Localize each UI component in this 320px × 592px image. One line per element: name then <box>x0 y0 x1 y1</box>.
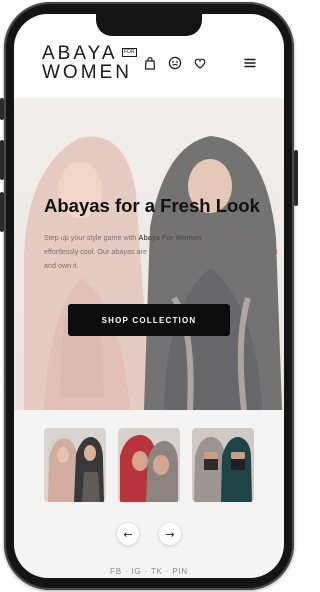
phone-notch <box>96 14 202 36</box>
social-link-facebook[interactable]: FB <box>110 567 122 576</box>
phone-screen: ABAYA FOR WOMEN Abayas for a Fresh Look … <box>14 14 284 578</box>
hero-description-start: Step up your style game with <box>44 233 139 242</box>
product-thumbnail-1[interactable] <box>44 428 106 502</box>
phone-volume-down-button <box>0 192 4 232</box>
account-icon[interactable] <box>168 56 182 70</box>
heart-icon[interactable] <box>193 56 207 70</box>
hero-description: Step up your style game with Abaya For W… <box>44 231 280 273</box>
brand-logo-line2: WOMEN <box>42 62 132 83</box>
phone-mute-button <box>0 98 4 120</box>
hero-description-brand: Abaya For Women <box>138 233 202 242</box>
social-link-instagram[interactable]: IG <box>131 567 141 576</box>
social-link-pinterest[interactable]: PIN <box>172 567 188 576</box>
brand-logo[interactable]: ABAYA FOR WOMEN <box>42 44 142 84</box>
product-thumbnail-2[interactable] <box>118 428 180 502</box>
product-thumbnail-3[interactable] <box>192 428 254 502</box>
phone-power-button <box>294 150 298 206</box>
thumbnail-image-1 <box>44 428 106 502</box>
social-separator: · <box>165 567 170 576</box>
thumbnail-image-3 <box>192 428 254 502</box>
arrow-right-icon: → <box>165 527 175 541</box>
carousel-next-button[interactable]: → <box>159 523 181 545</box>
shop-collection-button[interactable]: SHOP COLLECTION <box>68 304 230 336</box>
phone-volume-up-button <box>0 140 4 180</box>
arrow-left-icon: ← <box>123 527 133 541</box>
brand-logo-line1: ABAYA <box>42 43 118 64</box>
hero-title: Abayas for a Fresh Look <box>44 195 260 216</box>
brand-logo-badge: FOR <box>122 48 137 57</box>
social-links: FB · IG · TK · PIN <box>14 567 284 576</box>
thumbnail-image-2 <box>118 428 180 502</box>
carousel-prev-button[interactable]: ← <box>117 523 139 545</box>
menu-icon[interactable] <box>243 56 257 70</box>
social-link-tiktok[interactable]: TK <box>151 567 163 576</box>
shopping-bag-icon[interactable] <box>143 56 157 70</box>
social-separator: · <box>124 567 129 576</box>
hero-banner: Abayas for a Fresh Look Step up your sty… <box>14 98 284 410</box>
social-separator: · <box>144 567 148 576</box>
